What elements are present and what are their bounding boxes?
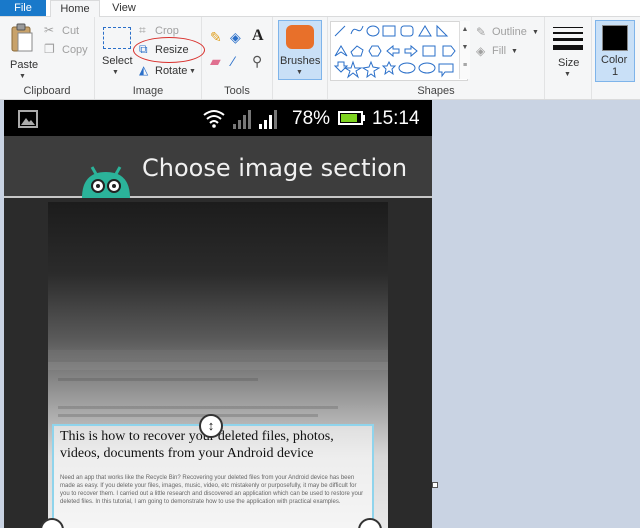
- article-snippet: Need an app that works like the Recycle …: [60, 475, 364, 505]
- shapes-gallery[interactable]: [330, 21, 468, 81]
- tools-group-label: Tools: [224, 85, 250, 97]
- color1-group: Color 1: [592, 17, 638, 99]
- size-group: Size ▼: [545, 17, 592, 99]
- shapes-gallery-icons: [333, 24, 456, 79]
- brushes-label: Brushes: [280, 55, 321, 67]
- chevron-down-icon: ▼: [296, 69, 303, 76]
- shapes-group: ▲ ▼ ≡ ✎ Outline ▼ ◈ Fill ▼ Shapes: [328, 17, 545, 99]
- size-button[interactable]: Size ▼: [549, 21, 587, 79]
- photo-text-line: [58, 378, 258, 381]
- tab-home[interactable]: Home: [50, 0, 100, 18]
- color1-number: 1: [612, 66, 619, 78]
- fill-button[interactable]: ◈ Fill ▼: [476, 44, 542, 60]
- paste-icon: [11, 23, 33, 52]
- select-button[interactable]: Select ▼: [99, 23, 133, 81]
- fill-icon: ◈: [476, 44, 486, 58]
- chevron-down-icon: ▼: [112, 69, 119, 76]
- photo-text-line: [58, 414, 318, 417]
- battery-icon: [338, 111, 365, 125]
- paste-label: Paste: [10, 59, 39, 71]
- cut-button[interactable]: ✂ Cut: [44, 23, 90, 39]
- image-preview-area: This is how to recover your deleted file…: [4, 198, 432, 528]
- tools-group: ✎ ◈ A ▰ ⁄ ⚲ Tools: [202, 17, 273, 99]
- crop-selection-box[interactable]: This is how to recover your deleted file…: [52, 424, 374, 528]
- crop-icon: ⌗: [139, 23, 146, 37]
- gallery-icon: [18, 110, 38, 128]
- rotate-label: Rotate: [155, 65, 188, 77]
- clock: 15:14: [372, 108, 420, 129]
- color1-label: Color: [601, 54, 628, 66]
- select-rectangle-icon: [103, 27, 131, 49]
- crop-label: Crop: [155, 25, 179, 37]
- outline-label: Outline: [492, 26, 527, 38]
- battery-percent: 78%: [292, 108, 331, 129]
- chevron-down-icon: ▼: [564, 71, 571, 78]
- paste-button[interactable]: Paste ▼: [4, 21, 40, 81]
- chevron-down-icon: ▼: [532, 29, 539, 36]
- cut-label: Cut: [62, 25, 80, 37]
- brushes-button[interactable]: Brushes ▼: [278, 20, 322, 80]
- eraser-icon[interactable]: ▰: [210, 53, 221, 70]
- scissors-icon: ✂: [44, 23, 55, 37]
- ribbon-tab-bar: File Home View: [0, 0, 640, 18]
- copy-label: Copy: [62, 44, 88, 56]
- android-robot-icon: [82, 166, 130, 198]
- photo-browser-tabs: [48, 350, 388, 360]
- rotate-button[interactable]: ◭ Rotate ▼: [139, 63, 199, 79]
- outline-button[interactable]: ✎ Outline ▼: [476, 25, 542, 41]
- ribbon: Paste ▼ ✂ Cut ❐ Copy Clipboard Select ▼ …: [0, 17, 640, 100]
- copy-button[interactable]: ❐ Copy: [44, 42, 90, 58]
- image-group: Select ▼ ⌗ Crop ⧉ Resize ◭ Rotate ▼ Imag…: [95, 17, 205, 99]
- canvas-resize-handle[interactable]: [432, 482, 438, 488]
- magnifier-icon[interactable]: ⚲: [252, 53, 262, 70]
- photo-address-bar: [48, 362, 388, 370]
- pencil-icon[interactable]: ✎: [210, 29, 222, 46]
- wifi-icon: [203, 110, 225, 128]
- fill-label: Fill: [492, 45, 507, 57]
- outline-icon: ✎: [476, 25, 487, 39]
- chevron-down-icon: ▼: [19, 73, 26, 80]
- phone-status-bar: 78% 15:14: [4, 100, 432, 136]
- crop-drag-handle-top[interactable]: ↕: [199, 414, 223, 438]
- vertical-arrows-icon: ↕: [207, 418, 215, 433]
- fill-bucket-icon[interactable]: ◈: [230, 29, 241, 46]
- shapes-gallery-scrollbar[interactable]: ▲ ▼ ≡: [459, 21, 470, 79]
- text-icon[interactable]: A: [252, 27, 264, 45]
- clipboard-group: Paste ▼ ✂ Cut ❐ Copy Clipboard: [0, 17, 95, 99]
- color1-button[interactable]: Color 1: [595, 20, 635, 82]
- signal-icon-2: [259, 110, 277, 129]
- rotate-icon: ◭: [139, 63, 149, 77]
- chevron-down-icon: ▼: [511, 48, 518, 55]
- image-group-label: Image: [132, 85, 164, 97]
- tab-view[interactable]: View: [104, 0, 144, 16]
- shapes-group-label: Shapes: [417, 85, 455, 97]
- signal-icon-1: [233, 110, 251, 129]
- photo-text-line: [58, 406, 338, 409]
- chevron-down-icon: ▼: [189, 68, 196, 75]
- drawing-canvas[interactable]: 78% 15:14 Choose image section This is h…: [4, 100, 432, 528]
- brushes-group: Brushes ▼: [273, 17, 328, 99]
- clipboard-group-label: Clipboard: [23, 85, 71, 97]
- tab-file[interactable]: File: [0, 0, 46, 16]
- color-picker-icon[interactable]: ⁄: [232, 53, 234, 69]
- select-label: Select: [102, 55, 133, 67]
- resize-highlight-circle: [133, 37, 205, 63]
- brush-icon: [286, 25, 314, 49]
- size-lines-icon: [553, 27, 583, 50]
- page-title: Choose image section: [142, 154, 408, 182]
- color1-swatch: [602, 25, 628, 51]
- copy-icon: ❐: [44, 42, 55, 56]
- size-label: Size: [558, 57, 580, 69]
- app-title-bar: Choose image section: [4, 136, 432, 198]
